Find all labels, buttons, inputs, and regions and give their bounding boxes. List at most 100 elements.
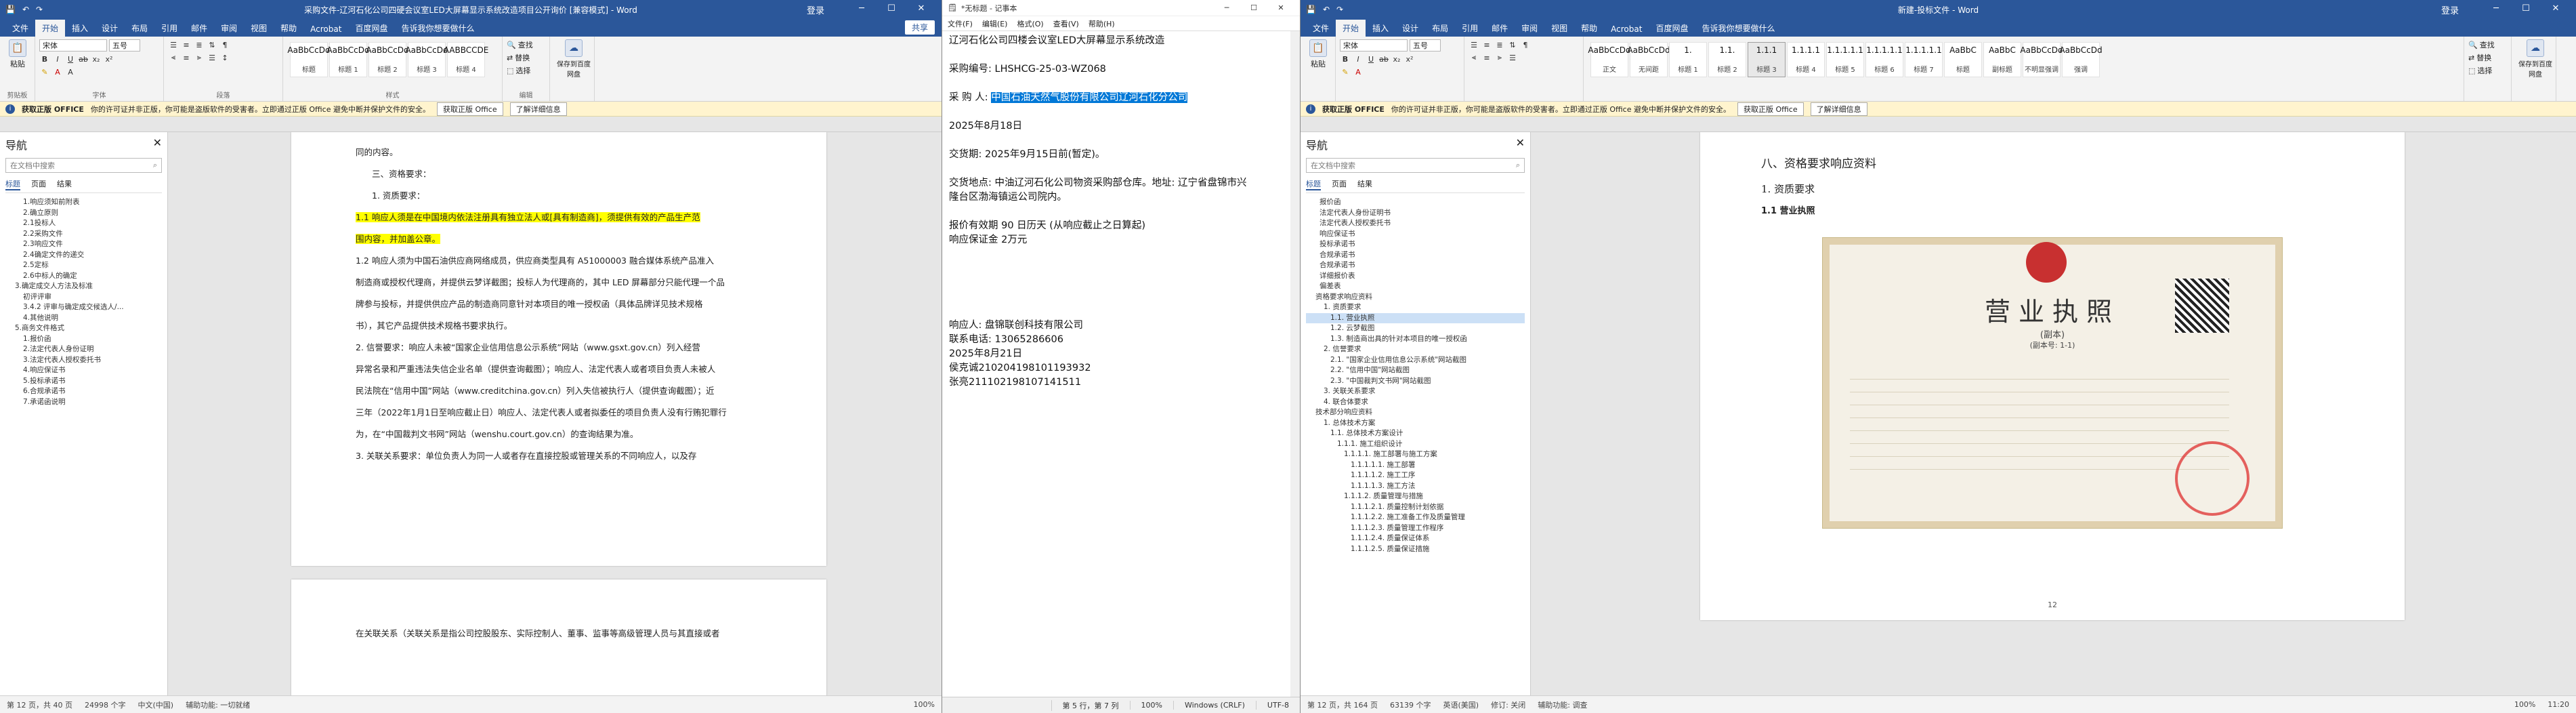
- learn-more-button[interactable]: 了解详细信息: [1810, 102, 1867, 116]
- style-gallery-item[interactable]: 1.1.1.1.1 标题 5: [1826, 42, 1864, 77]
- paste-button[interactable]: 📋 粘贴: [1305, 39, 1332, 69]
- style-gallery-item[interactable]: 1.1.1.1.1 标题 6: [1865, 42, 1903, 77]
- learn-more-button[interactable]: 了解详细信息: [509, 102, 567, 116]
- nav-tab-headings[interactable]: 标题: [1306, 178, 1321, 190]
- sort-icon[interactable]: ⇅: [207, 39, 217, 50]
- tab-layout[interactable]: 布局: [1425, 20, 1455, 37]
- nav-item[interactable]: 3. 关联关系要求: [1306, 386, 1525, 397]
- nav-item[interactable]: 2.4确定文件的递交: [5, 250, 162, 261]
- tab-help[interactable]: 帮助: [274, 20, 303, 37]
- menu-edit[interactable]: 编辑(E): [982, 18, 1008, 29]
- nav-item[interactable]: 4. 联合体要求: [1306, 397, 1525, 408]
- style-gallery-item[interactable]: AaBbCcDd 标题 2: [366, 42, 409, 77]
- minimize-icon[interactable]: ─: [2481, 3, 2511, 16]
- nav-item[interactable]: 详细报价表: [1306, 271, 1525, 282]
- style-gallery-item[interactable]: AABBCCDE 标题 4: [444, 42, 488, 77]
- text-effects-icon[interactable]: A: [65, 66, 76, 77]
- numbering-icon[interactable]: ≡: [1481, 39, 1492, 50]
- nav-item[interactable]: 2.5定标: [5, 260, 162, 271]
- tab-view[interactable]: 视图: [1544, 20, 1574, 37]
- word-count[interactable]: 63139 个字: [1390, 699, 1431, 710]
- nav-item[interactable]: 1.1.1.2.2. 施工准备工作及质量管理: [1306, 512, 1525, 523]
- tab-design[interactable]: 设计: [95, 20, 125, 37]
- strikethrough-icon[interactable]: ab: [78, 54, 89, 64]
- style-gallery-item[interactable]: AaBbCcDd 标题: [287, 42, 331, 77]
- multilevel-icon[interactable]: ≣: [1494, 39, 1505, 50]
- paste-button[interactable]: 📋 粘贴: [4, 39, 31, 69]
- align-right-icon[interactable]: ⫸: [194, 52, 205, 63]
- page-count[interactable]: 第 12 页，共 164 页: [1307, 699, 1378, 710]
- page-count[interactable]: 第 12 页，共 40 页: [7, 699, 72, 710]
- nav-item[interactable]: 初评评审: [5, 292, 162, 303]
- subscript-icon[interactable]: x₂: [1391, 54, 1402, 64]
- nav-item[interactable]: 偏差表: [1306, 281, 1525, 292]
- nav-item[interactable]: 3.确定成交人方法及标准: [5, 281, 162, 292]
- tab-baidu[interactable]: 百度网盘: [1649, 20, 1695, 37]
- nav-item[interactable]: 法定代表人身份证明书: [1306, 208, 1525, 219]
- nav-item[interactable]: 法定代表人授权委托书: [1306, 218, 1525, 229]
- save-icon[interactable]: 💾: [5, 5, 16, 14]
- bold-icon[interactable]: B: [39, 54, 50, 64]
- save-to-baidu-button[interactable]: ☁ 保存到百度网盘: [2516, 39, 2555, 79]
- nav-item[interactable]: 5.投标承诺书: [5, 376, 162, 387]
- menu-view[interactable]: 查看(V): [1053, 18, 1079, 29]
- underline-icon[interactable]: U: [1366, 54, 1376, 64]
- language[interactable]: 中文(中国): [138, 699, 173, 710]
- close-icon[interactable]: ✕: [153, 136, 162, 152]
- nav-item[interactable]: 2.确立原则: [5, 208, 162, 219]
- nav-item[interactable]: 1.2. 云梦截图: [1306, 323, 1525, 334]
- replace-button[interactable]: ⇄ 替换: [2468, 52, 2507, 63]
- tab-view[interactable]: 视图: [244, 20, 274, 37]
- nav-item[interactable]: 2.6中标人的确定: [5, 271, 162, 282]
- font-size-select[interactable]: 五号: [1410, 39, 1441, 52]
- nav-item[interactable]: 2.1投标人: [5, 218, 162, 229]
- language[interactable]: 英语(美国): [1443, 699, 1479, 710]
- nav-item[interactable]: 1.1.1.2.1. 质量控制计划依据: [1306, 502, 1525, 513]
- minimize-icon[interactable]: ─: [847, 3, 877, 16]
- sort-icon[interactable]: ⇅: [1507, 39, 1518, 50]
- tell-me[interactable]: 告诉我你想要做什么: [394, 20, 481, 37]
- notepad-text-area[interactable]: 辽河石化公司四楼会议室LED大屏幕显示系统改造 采购编号: LHSHCG-25-0…: [942, 31, 1300, 392]
- nav-item[interactable]: 3.4.2 评审与确定成交候选人/...: [5, 302, 162, 313]
- nav-item[interactable]: 2. 信誉要求: [1306, 344, 1525, 355]
- nav-item[interactable]: 1.1.1.1. 施工部署与施工方案: [1306, 449, 1525, 460]
- nav-item[interactable]: 5.商务文件格式: [5, 323, 162, 334]
- underline-icon[interactable]: U: [65, 54, 76, 64]
- menu-help[interactable]: 帮助(H): [1089, 18, 1115, 29]
- nav-item[interactable]: 1. 总体技术方案: [1306, 418, 1525, 429]
- nav-item[interactable]: 1.响应须知前附表: [5, 197, 162, 208]
- get-office-button[interactable]: 获取正版 Office: [437, 102, 503, 116]
- justify-icon[interactable]: ☰: [1507, 52, 1518, 63]
- bullets-icon[interactable]: ☰: [1469, 39, 1479, 50]
- style-gallery-item[interactable]: 1.1.1.1 标题 4: [1787, 42, 1825, 77]
- menu-file[interactable]: 文件(F): [948, 18, 973, 29]
- nav-item[interactable]: 1.1. 总体技术方案设计: [1306, 428, 1525, 439]
- accessibility[interactable]: 辅助功能: 一切就绪: [186, 699, 250, 710]
- nav-item[interactable]: 7.承诺函说明: [5, 397, 162, 408]
- superscript-icon[interactable]: x²: [104, 54, 114, 64]
- style-gallery-item[interactable]: AaBbCcDd 强调: [2059, 42, 2103, 77]
- style-gallery-item[interactable]: 1.1.1.1.1 标题 7: [1905, 42, 1943, 77]
- nav-item[interactable]: 2.2采购文件: [5, 229, 162, 240]
- close-icon[interactable]: ✕: [1516, 136, 1525, 152]
- show-marks-icon[interactable]: ¶: [1520, 39, 1531, 50]
- nav-item[interactable]: 投标承诺书: [1306, 239, 1525, 250]
- close-icon[interactable]: ✕: [1267, 3, 1294, 12]
- tab-file[interactable]: 文件: [1306, 20, 1336, 37]
- nav-item[interactable]: 1.1.1.2.3. 质量管理工作程序: [1306, 523, 1525, 534]
- minimize-icon[interactable]: ─: [1213, 3, 1240, 12]
- find-button[interactable]: 🔍 查找: [2468, 39, 2507, 50]
- style-gallery-item[interactable]: AaBbCcDd 正文: [1588, 42, 1631, 77]
- font-size-select[interactable]: 五号: [109, 39, 140, 52]
- nav-item[interactable]: 1.1.1.2.5. 质量保证措施: [1306, 544, 1525, 555]
- nav-search-input[interactable]: 在文档中搜索 ⌕: [1306, 158, 1525, 173]
- tab-mailings[interactable]: 邮件: [1485, 20, 1515, 37]
- nav-item[interactable]: 2.2. "信用中国"网站截图: [1306, 365, 1525, 376]
- nav-item[interactable]: 技术部分响应资料: [1306, 407, 1525, 418]
- accessibility[interactable]: 辅助功能: 调查: [1538, 699, 1587, 710]
- tab-home[interactable]: 开始: [35, 20, 66, 37]
- highlight-icon[interactable]: ✎: [39, 66, 50, 77]
- find-button[interactable]: 🔍 查找: [507, 39, 545, 50]
- tab-insert[interactable]: 插入: [65, 20, 95, 37]
- nav-tab-headings[interactable]: 标题: [5, 178, 20, 190]
